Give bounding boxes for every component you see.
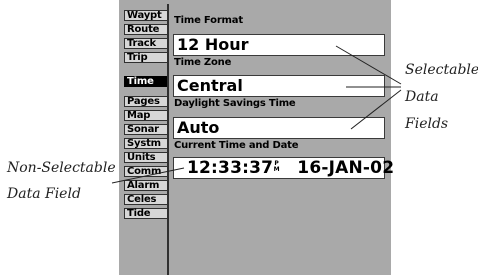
tab-celes[interactable]: Celes: [124, 194, 167, 205]
setup-tabs: Waypt Route Track Trip Time Pages Map So…: [119, 4, 170, 275]
dst-field[interactable]: Auto: [173, 117, 385, 139]
dst-label: Daylight Savings Time: [174, 98, 296, 109]
tab-trip[interactable]: Trip: [124, 52, 167, 63]
time-format-label: Time Format: [174, 15, 243, 26]
tab-tide[interactable]: Tide: [124, 208, 167, 219]
tab-pages[interactable]: Pages: [124, 96, 167, 107]
tab-waypt[interactable]: Waypt: [124, 10, 167, 21]
time-format-field[interactable]: 12 Hour: [173, 34, 385, 56]
time-settings-panel: Time Format 12 Hour Time Zone Central Da…: [170, 0, 394, 275]
current-date-value: 16-JAN-02: [297, 158, 395, 178]
current-time-value: 12:33:37: [187, 158, 274, 178]
tab-comm[interactable]: Comm: [124, 166, 167, 177]
tab-time[interactable]: Time: [124, 76, 167, 87]
tab-alarm[interactable]: Alarm: [124, 180, 167, 191]
current-time-date-field: 12:33:37 P M 16-JAN-02: [173, 157, 394, 179]
nonselectable-annotation-line2: Data Field: [7, 186, 81, 202]
device-screen: Waypt Route Track Trip Time Pages Map So…: [119, 0, 394, 275]
tab-divider: [167, 4, 169, 275]
current-time-label: Current Time and Date: [174, 140, 299, 151]
selectable-annotation-line3: Fields: [405, 116, 449, 132]
tab-units[interactable]: Units: [124, 152, 167, 163]
tab-sonar[interactable]: Sonar: [124, 124, 167, 135]
selectable-annotation-line1: Selectable: [405, 62, 478, 78]
tab-track[interactable]: Track: [124, 38, 167, 49]
time-zone-label: Time Zone: [174, 57, 232, 68]
tab-route[interactable]: Route: [124, 24, 167, 35]
selectable-annotation-line2: Data: [405, 89, 439, 105]
ampm-indicator: PM: [273, 160, 280, 173]
tab-systm[interactable]: Systm: [124, 138, 167, 149]
tab-map[interactable]: Map: [124, 110, 167, 121]
time-zone-field[interactable]: Central: [173, 75, 385, 97]
nonselectable-annotation-line1: Non-Selectable: [7, 160, 116, 176]
